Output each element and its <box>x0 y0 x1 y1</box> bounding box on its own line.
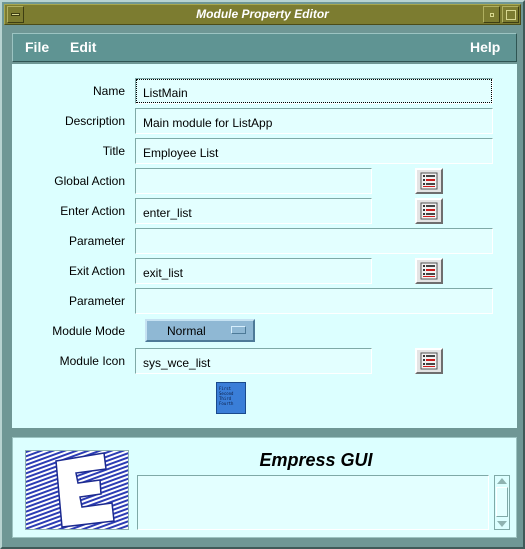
enter-parameter-field[interactable] <box>135 228 493 254</box>
module-icon-list-button[interactable] <box>415 348 443 374</box>
maximize-icon <box>506 10 516 20</box>
global-action-field[interactable] <box>135 168 372 194</box>
module-mode-option-menu[interactable]: Normal <box>145 319 255 342</box>
title-label: Title <box>102 144 125 158</box>
message-scrollbar[interactable] <box>494 475 510 530</box>
description-label: Description <box>64 114 125 128</box>
menu-file[interactable]: File <box>25 39 49 55</box>
enter-action-field[interactable]: enter_list <box>135 198 372 224</box>
exit-action-label: Exit Action <box>68 264 125 278</box>
message-area[interactable] <box>137 475 489 530</box>
title-bar[interactable]: Module Property Editor <box>4 4 521 25</box>
brand-title: Empress GUI <box>259 450 373 470</box>
menu-edit[interactable]: Edit <box>70 39 96 55</box>
scroll-thumb[interactable] <box>496 487 508 517</box>
list-picker-icon <box>420 352 438 370</box>
name-field[interactable]: ListMain <box>135 78 493 104</box>
menu-help[interactable]: Help <box>470 39 500 55</box>
scroll-down-arrow-icon[interactable] <box>497 521 507 527</box>
exit-action-field[interactable]: exit_list <box>135 258 372 284</box>
empress-e-icon <box>26 451 128 529</box>
name-label: Name <box>92 84 125 98</box>
list-picker-icon <box>420 202 438 220</box>
exit-parameter-label: Parameter <box>68 294 125 308</box>
exit-action-list-button[interactable] <box>415 258 443 284</box>
maximize-button[interactable] <box>502 6 519 23</box>
module-mode-label: Module Mode <box>52 324 125 338</box>
minimize-icon <box>490 13 494 17</box>
module-icon-label: Module Icon <box>59 354 125 368</box>
minimize-button[interactable] <box>483 6 500 23</box>
global-action-list-button[interactable] <box>415 168 443 194</box>
module-icon-preview-text: First Second Third Fourth <box>219 386 233 406</box>
module-property-editor-window: Module Property Editor File Edit Help Na… <box>0 0 525 549</box>
module-icon-field[interactable]: sys_wce_list <box>135 348 372 374</box>
list-picker-icon <box>420 262 438 280</box>
list-picker-icon <box>420 172 438 190</box>
global-action-label: Global Action <box>54 174 125 188</box>
option-menu-indicator-icon <box>231 326 246 334</box>
scroll-up-arrow-icon[interactable] <box>497 478 507 484</box>
enter-action-list-button[interactable] <box>415 198 443 224</box>
preview-line: Fourth <box>219 401 234 406</box>
enter-action-label: Enter Action <box>60 204 125 218</box>
module-mode-value: Normal <box>167 324 206 338</box>
enter-parameter-label: Parameter <box>68 234 125 248</box>
form-panel: Name ListMain Description Main module fo… <box>12 64 517 428</box>
description-field[interactable]: Main module for ListApp <box>135 108 493 134</box>
exit-parameter-field[interactable] <box>135 288 493 314</box>
title-field[interactable]: Employee List <box>135 138 493 164</box>
empress-logo <box>25 450 129 530</box>
status-panel: Empress GUI <box>12 437 517 538</box>
module-icon-preview: First Second Third Fourth <box>216 382 246 414</box>
menu-bar: File Edit Help <box>12 33 517 62</box>
window-title: Module Property Editor <box>196 7 329 21</box>
